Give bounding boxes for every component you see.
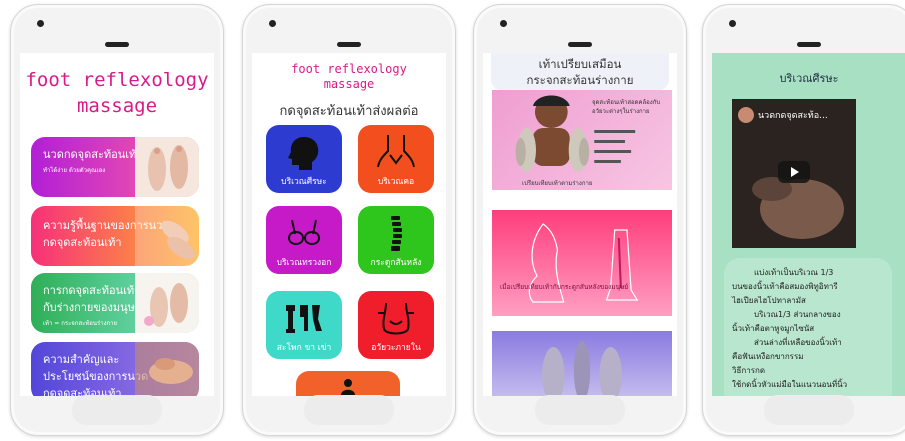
body-area-menu-screen: foot reflexology massage กดจุดสะท้อนเท้า… bbox=[252, 53, 446, 396]
play-icon bbox=[791, 167, 799, 177]
foot-mirror-screen: เท้าเปรียบเสมือน กระจกสะท้อนร่างกาย จุดส… bbox=[483, 53, 677, 396]
tile-neck[interactable]: บริเวณคอ bbox=[358, 125, 434, 193]
app-title: foot reflexology massage bbox=[25, 69, 209, 117]
foot-body-comparison-image[interactable]: จุดสะท้อนเท้าสอดคล้องกับอวัยวะต่างๆในร่า… bbox=[492, 90, 672, 190]
organs-icon bbox=[378, 302, 414, 335]
person-icon bbox=[341, 379, 355, 395]
page-header: เท้าเปรียบเสมือน กระจกสะท้อนร่างกาย bbox=[491, 53, 669, 90]
foot-chart-sketch-icon bbox=[542, 341, 622, 396]
head-area-screen: บริเวณศีรษะ นวดกดจุดสะท้อ... แบ่งเท้าเป็… bbox=[712, 53, 905, 396]
video-title: นวดกดจุดสะท้อ... bbox=[758, 111, 828, 121]
page-title: บริเวณศีรษะ bbox=[779, 72, 839, 85]
feet-photo-icon bbox=[135, 273, 199, 333]
tile-more[interactable] bbox=[296, 371, 400, 396]
card-importance-benefits[interactable]: ความสำคัญและประโยชน์ของการนวดกดจุดสะท้อน… bbox=[31, 342, 199, 396]
tile-chest[interactable]: บริเวณทรวงอก bbox=[266, 206, 342, 274]
phone-frame-2: foot reflexology massage กดจุดสะท้อนเท้า… bbox=[242, 4, 456, 436]
play-button[interactable] bbox=[778, 161, 810, 183]
home-button[interactable] bbox=[764, 395, 854, 425]
description-card: แบ่งเท้าเป็นบริเวณ 1/3 บนของนิ้วเท้าคือส… bbox=[724, 258, 892, 396]
home-button[interactable] bbox=[535, 395, 625, 425]
camera-icon bbox=[37, 20, 44, 27]
phone-frame-3: เท้าเปรียบเสมือน กระจกสะท้อนร่างกาย จุดส… bbox=[473, 4, 687, 436]
menu-heading: กดจุดสะท้อนเท้าส่งผลต่อ bbox=[279, 104, 419, 119]
camera-icon bbox=[729, 20, 736, 27]
camera-icon bbox=[269, 20, 276, 27]
app-title: foot reflexology massage bbox=[291, 62, 407, 91]
speaker-grille bbox=[797, 42, 821, 47]
spine-foot-sketch-icon bbox=[528, 223, 639, 303]
channel-avatar bbox=[738, 107, 754, 123]
head-icon bbox=[288, 137, 319, 170]
card-foot-and-body[interactable]: การกดจุดสะท้อนเท้ากับร่างกายของมนุษย์ เท… bbox=[31, 273, 199, 333]
speaker-grille bbox=[105, 42, 129, 47]
card-basic-knowledge[interactable]: ความรู้พื้นฐานของการนวดกดจุดสะท้อนเท้า bbox=[31, 206, 199, 266]
tile-internal-organs[interactable]: อวัยวะภายใน bbox=[358, 291, 434, 359]
feet-photo-icon bbox=[135, 137, 199, 197]
foot-organ-chart-image[interactable] bbox=[492, 331, 672, 396]
tile-hip-leg-knee[interactable]: สะโพก ขา เข่า bbox=[266, 291, 342, 359]
tile-head[interactable]: บริเวณศีรษะ bbox=[266, 125, 342, 193]
camera-icon bbox=[500, 20, 507, 27]
phone-frame-1: foot reflexology massage นวดกดจุดสะท้อนเ… bbox=[10, 4, 224, 436]
neck-icon bbox=[377, 135, 415, 168]
phone-frame-4: บริเวณศีรษะ นวดกดจุดสะท้อ... แบ่งเท้าเป็… bbox=[702, 4, 905, 436]
card-foot-massage[interactable]: นวดกดจุดสะท้อนเท้า ทำได้ง่าย ด้วยตัวคุณเ… bbox=[31, 137, 199, 197]
hip-leg-icon bbox=[286, 305, 322, 333]
home-button[interactable] bbox=[72, 395, 162, 425]
video-player[interactable]: นวดกดจุดสะท้อ... bbox=[732, 99, 856, 248]
feet-photo-icon bbox=[135, 206, 199, 266]
home-screen: foot reflexology massage นวดกดจุดสะท้อนเ… bbox=[20, 53, 214, 396]
hand-massage-photo-icon bbox=[135, 342, 199, 396]
home-button[interactable] bbox=[304, 395, 394, 425]
speaker-grille bbox=[568, 42, 592, 47]
tile-spine[interactable]: กระดูกสันหลัง bbox=[358, 206, 434, 274]
chest-icon bbox=[287, 219, 321, 245]
foot-spine-comparison-image[interactable]: เมื่อเปรียบเทียบเท้ากับกระดูกสันหลังของม… bbox=[492, 210, 672, 316]
spine-icon bbox=[391, 216, 402, 251]
speaker-grille bbox=[337, 42, 361, 47]
